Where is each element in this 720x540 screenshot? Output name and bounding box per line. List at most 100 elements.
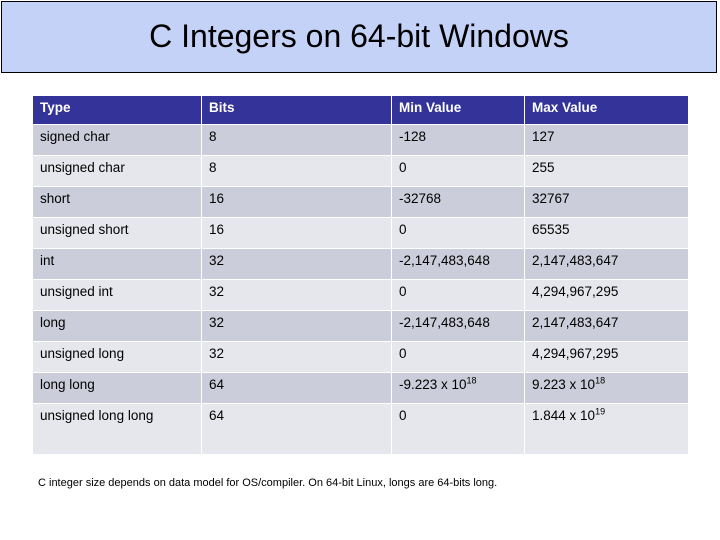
cell-type: unsigned short (33, 218, 201, 248)
table-row: unsigned int 32 0 4,294,967,295 (33, 280, 688, 310)
table-row: unsigned long 32 0 4,294,967,295 (33, 342, 688, 372)
cell-min-value: 0 (392, 156, 524, 186)
cell-bits-text: 32 (209, 253, 225, 268)
cell-max-value-text: 32767 (532, 191, 570, 206)
cell-type-text: long long (40, 377, 95, 392)
cell-bits-text: 64 (209, 408, 225, 423)
cell-max-value: 2,147,483,647 (525, 311, 688, 341)
table-body: signed char 8 -128 127 unsigned char 8 0 255 sho… (33, 125, 688, 454)
cell-min-value-text: -9.223 x 10 (399, 377, 467, 392)
cell-min-value-text: -2,147,483,648 (399, 253, 490, 268)
cell-min-value-text: 0 (399, 222, 407, 237)
cell-bits-text: 32 (209, 284, 225, 299)
cell-min-value-text: -128 (399, 129, 427, 144)
cell-type: unsigned int (33, 280, 201, 310)
cell-bits: 32 (202, 342, 391, 372)
cell-min-value: 0 (392, 342, 524, 372)
cell-min-value: 0 (392, 404, 524, 454)
cell-min-value-text: -32768 (399, 191, 442, 206)
cell-max-value: 9.223 x 1018 (525, 373, 688, 403)
cell-min-value: 0 (392, 280, 524, 310)
cell-bits-text: 16 (209, 222, 225, 237)
cell-bits: 8 (202, 125, 391, 155)
cell-type-text: long (40, 315, 66, 330)
cell-max-value: 4,294,967,295 (525, 280, 688, 310)
cell-max-value-text: 2,147,483,647 (532, 315, 619, 330)
cell-max-value-text: 4,294,967,295 (532, 284, 619, 299)
cell-min-value: -128 (392, 125, 524, 155)
cell-type: unsigned long long (33, 404, 201, 454)
cell-type-text: unsigned int (40, 284, 113, 299)
cell-bits: 32 (202, 249, 391, 279)
cell-max-value: 65535 (525, 218, 688, 248)
table-row: short 16 -32768 32767 (33, 187, 688, 217)
cell-type: short (33, 187, 201, 217)
table-row: int 32 -2,147,483,648 2,147,483,647 (33, 249, 688, 279)
cell-max-value: 255 (525, 156, 688, 186)
cell-min-value: -9.223 x 1018 (392, 373, 524, 403)
cell-type-text: unsigned long (40, 346, 125, 361)
footnote: C integer size depends on data model for… (38, 477, 498, 489)
cell-max-value: 127 (525, 125, 688, 155)
cell-max-value-text: 65535 (532, 222, 570, 237)
cell-bits: 32 (202, 311, 391, 341)
cell-bits-text: 8 (209, 160, 217, 175)
column-header-min-value: Min Value (392, 96, 524, 124)
slide: C Integers on 64-bit Windows Type Bits M… (0, 0, 720, 540)
cell-min-value-text: -2,147,483,648 (399, 315, 490, 330)
title-banner: C Integers on 64-bit Windows (1, 1, 717, 73)
table-header-row: Type Bits Min Value Max Value (33, 96, 688, 124)
cell-type-text: unsigned char (40, 160, 125, 175)
cell-min-value-text: 0 (399, 346, 407, 361)
cell-bits-text: 8 (209, 129, 217, 144)
column-header-bits: Bits (202, 96, 391, 124)
cell-bits-text: 16 (209, 191, 225, 206)
cell-type-text: signed char (40, 129, 110, 144)
cell-min-value: -32768 (392, 187, 524, 217)
page-title: C Integers on 64-bit Windows (149, 18, 569, 55)
column-header-type: Type (33, 96, 201, 124)
cell-type: unsigned long (33, 342, 201, 372)
cell-min-value: -2,147,483,648 (392, 311, 524, 341)
cell-type: long (33, 311, 201, 341)
cell-bits-text: 32 (209, 315, 225, 330)
cell-type: signed char (33, 125, 201, 155)
table-row: long 32 -2,147,483,648 2,147,483,647 (33, 311, 688, 341)
table-row: long long 64 -9.223 x 1018 9.223 x 1018 (33, 373, 688, 403)
cell-max-value: 1.844 x 1019 (525, 404, 688, 454)
cell-type-text: int (40, 253, 55, 268)
cell-min-value-text: 0 (399, 408, 407, 423)
cell-bits: 64 (202, 373, 391, 403)
cell-min-value: -2,147,483,648 (392, 249, 524, 279)
cell-bits: 8 (202, 156, 391, 186)
cell-type: unsigned char (33, 156, 201, 186)
cell-max-value-text: 127 (532, 129, 555, 144)
table-row: unsigned long long 64 0 1.844 x 1019 (33, 404, 688, 454)
table-header: Type Bits Min Value Max Value (33, 96, 688, 124)
cell-min-value: 0 (392, 218, 524, 248)
cell-type-text: short (40, 191, 71, 206)
cell-min-value-text: 0 (399, 160, 407, 175)
integer-types-table-wrapper: Type Bits Min Value Max Value signed cha… (32, 95, 689, 455)
cell-bits: 16 (202, 218, 391, 248)
cell-max-value-text: 9.223 x 10 (532, 377, 596, 392)
cell-min-value-exponent: 18 (466, 375, 477, 386)
cell-max-value: 2,147,483,647 (525, 249, 688, 279)
table-row: unsigned char 8 0 255 (33, 156, 688, 186)
cell-max-value-exponent: 18 (595, 375, 606, 386)
column-header-max-value: Max Value (525, 96, 688, 124)
table-row: signed char 8 -128 127 (33, 125, 688, 155)
cell-max-value-text: 255 (532, 160, 555, 175)
cell-bits-text: 32 (209, 346, 225, 361)
cell-type-text: unsigned long long (40, 408, 154, 423)
cell-bits: 32 (202, 280, 391, 310)
cell-bits-text: 64 (209, 377, 225, 392)
integer-types-table: Type Bits Min Value Max Value signed cha… (32, 95, 689, 455)
cell-max-value: 32767 (525, 187, 688, 217)
cell-type: long long (33, 373, 201, 403)
cell-type-text: unsigned short (40, 222, 129, 237)
cell-max-value-text: 2,147,483,647 (532, 253, 619, 268)
table-row: unsigned short 16 0 65535 (33, 218, 688, 248)
cell-type: int (33, 249, 201, 279)
cell-bits: 16 (202, 187, 391, 217)
